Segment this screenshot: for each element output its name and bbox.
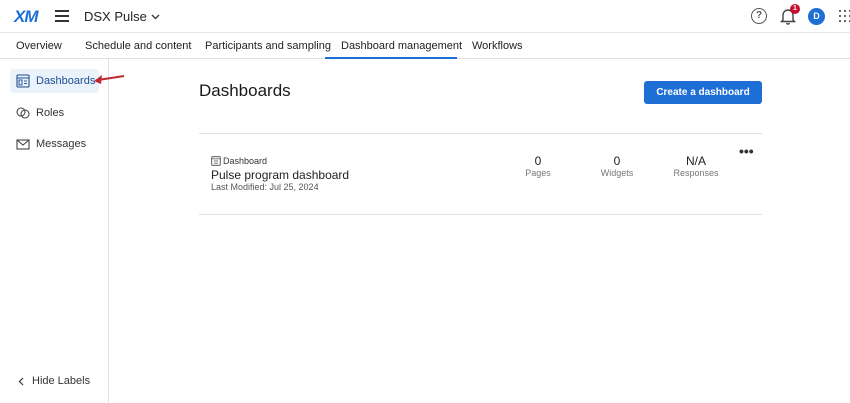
project-name: DSX Pulse: [84, 9, 147, 24]
sidebar-item-messages[interactable]: Messages: [10, 132, 99, 156]
annotation-arrow-icon: [94, 75, 125, 84]
hide-labels-label: Hide Labels: [32, 375, 91, 387]
dashboard-type-label: Dashboard: [223, 156, 268, 166]
avatar[interactable]: D: [808, 8, 825, 25]
active-tab-indicator: [325, 57, 457, 59]
divider: [199, 214, 762, 215]
divider: [199, 133, 762, 134]
roles-icon: [16, 107, 30, 119]
top-bar: XM DSX Pulse ? 1 D: [0, 0, 850, 32]
tab-workflows[interactable]: Workflows: [472, 40, 523, 52]
tab-dashboard-management[interactable]: Dashboard management: [341, 40, 462, 52]
dashboard-name-link[interactable]: Pulse program dashboard: [211, 168, 349, 182]
dashboard-icon: [16, 74, 30, 88]
sidebar-item-dashboards[interactable]: Dashboards: [10, 69, 99, 93]
stat-label: Responses: [673, 168, 719, 178]
tab-participants-and-sampling[interactable]: Participants and sampling: [205, 40, 331, 52]
chevron-down-icon: [151, 14, 160, 19]
sidebar-item-label: Dashboards: [36, 75, 96, 87]
sidebar-item-label: Messages: [36, 138, 87, 150]
hide-labels-button[interactable]: Hide Labels: [18, 375, 90, 387]
stat-pages: 0 Pages: [508, 154, 568, 178]
stat-label: Widgets: [600, 168, 634, 178]
sidebar: Dashboards Roles Messages Hide Labels: [0, 59, 125, 403]
apps-grid-icon[interactable]: [839, 10, 850, 22]
help-icon[interactable]: ?: [751, 8, 767, 24]
hamburger-menu-icon[interactable]: [55, 10, 69, 22]
dashboard-icon: [211, 156, 221, 166]
stat-widgets: 0 Widgets: [587, 154, 647, 178]
project-selector[interactable]: DSX Pulse: [84, 9, 160, 24]
sidebar-item-roles[interactable]: Roles: [10, 101, 99, 125]
tab-bar: Overview Schedule and content Participan…: [0, 32, 850, 59]
stat-value: 0: [613, 154, 621, 168]
chevron-left-icon: [18, 377, 24, 385]
page-title: Dashboards: [199, 81, 291, 100]
stat-value: N/A: [685, 154, 706, 168]
tab-overview[interactable]: Overview: [16, 40, 62, 52]
stat-value: 0: [534, 154, 542, 168]
notification-badge: 1: [790, 4, 800, 14]
tab-schedule-and-content[interactable]: Schedule and content: [85, 40, 191, 52]
sidebar-item-label: Roles: [36, 107, 65, 119]
more-options-icon[interactable]: •••: [739, 143, 754, 159]
last-modified: Last Modified: Jul 25, 2024: [211, 182, 319, 192]
stat-responses: N/A Responses: [666, 154, 726, 178]
envelope-icon: [16, 139, 30, 150]
create-dashboard-button[interactable]: Create a dashboard: [644, 81, 762, 104]
stat-label: Pages: [525, 168, 551, 178]
dashboard-type: Dashboard: [211, 156, 267, 166]
xm-logo[interactable]: XM: [14, 7, 38, 27]
